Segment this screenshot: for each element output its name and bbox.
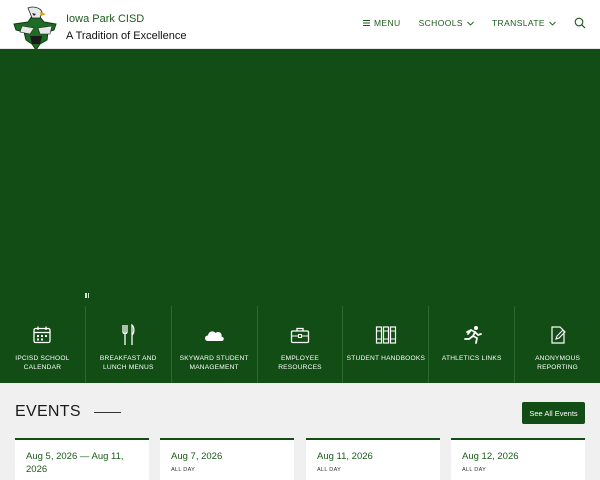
heading-rule bbox=[93, 411, 121, 413]
pause-bar bbox=[87, 293, 89, 298]
chevron-down-icon bbox=[549, 21, 556, 26]
site-header: Iowa Park CISD A Tradition of Excellence… bbox=[0, 0, 600, 52]
translate-label: TRANSLATE bbox=[491, 18, 545, 28]
quick-link-employee[interactable]: EMPLOYEE RESOURCES bbox=[258, 306, 344, 383]
event-date: Aug 7, 2026 bbox=[171, 451, 223, 462]
event-date: Aug 11, 2026 bbox=[317, 451, 373, 462]
event-card[interactable]: Aug 5, 2026 — Aug 11, 2026 bbox=[15, 438, 149, 480]
quick-link-label: BREAKFAST AND LUNCH MENUS bbox=[99, 355, 157, 371]
hero-banner bbox=[0, 49, 600, 306]
pause-bar bbox=[85, 293, 87, 298]
quick-link-calendar[interactable]: IPCISD SCHOOL CALENDAR bbox=[0, 306, 86, 383]
event-card[interactable]: Aug 12, 2026 ALL DAY bbox=[451, 438, 585, 480]
event-card[interactable]: Aug 11, 2026 ALL DAY bbox=[306, 438, 440, 480]
quick-link-skyward[interactable]: SKYWARD STUDENT MANAGEMENT bbox=[172, 306, 258, 383]
event-date: Aug 12, 2026 bbox=[462, 451, 519, 462]
see-all-events-button[interactable]: See All Events bbox=[522, 402, 585, 424]
quick-link-anonymous[interactable]: ANONYMOUS REPORTING bbox=[515, 306, 600, 383]
district-name[interactable]: Iowa Park CISD bbox=[66, 11, 186, 28]
events-section: EVENTS See All Events Aug 5, 2026 — Aug … bbox=[0, 383, 600, 480]
quick-link-label: ATHLETICS LINKS bbox=[441, 355, 502, 362]
hamburger-icon bbox=[362, 20, 370, 26]
district-title[interactable]: Iowa Park CISD A Tradition of Excellence bbox=[66, 11, 186, 45]
translate-dropdown[interactable]: TRANSLATE bbox=[492, 18, 556, 28]
fork-knife-icon bbox=[122, 324, 135, 345]
quick-link-label: ANONYMOUS REPORTING bbox=[535, 355, 581, 371]
search-button[interactable] bbox=[574, 17, 586, 29]
books-icon bbox=[375, 326, 396, 344]
calendar-icon bbox=[33, 326, 52, 344]
event-date: Aug 5, 2026 — Aug 11, 2026 bbox=[26, 451, 124, 475]
hawk-logo-icon bbox=[13, 6, 57, 51]
slideshow-pause-button[interactable] bbox=[85, 293, 90, 299]
quick-link-label: IPCISD SCHOOL CALENDAR bbox=[15, 355, 70, 371]
district-logo[interactable] bbox=[10, 4, 62, 52]
quick-link-label: EMPLOYEE RESOURCES bbox=[278, 355, 322, 371]
event-time: ALL DAY bbox=[171, 467, 196, 473]
chevron-down-icon bbox=[467, 21, 474, 26]
quick-link-handbooks[interactable]: STUDENT HANDBOOKS bbox=[343, 306, 430, 383]
quick-link-menus[interactable]: BREAKFAST AND LUNCH MENUS bbox=[86, 306, 172, 383]
event-time: ALL DAY bbox=[317, 467, 342, 473]
schools-label: SCHOOLS bbox=[418, 18, 463, 28]
search-icon bbox=[574, 17, 586, 29]
cloud-icon bbox=[205, 331, 224, 341]
event-card[interactable]: Aug 7, 2026 ALL DAY bbox=[160, 438, 294, 480]
quick-link-label: SKYWARD STUDENT MANAGEMENT bbox=[179, 355, 249, 371]
menu-button[interactable]: MENU bbox=[362, 18, 401, 28]
top-nav: MENU SCHOOLS TRANSLATE bbox=[362, 17, 586, 29]
schools-dropdown[interactable]: SCHOOLS bbox=[419, 18, 474, 28]
district-tagline: A Tradition of Excellence bbox=[66, 30, 187, 42]
event-time: ALL DAY bbox=[462, 467, 487, 473]
briefcase-icon bbox=[290, 327, 310, 344]
menu-label: MENU bbox=[373, 18, 401, 28]
events-heading: EVENTS bbox=[15, 403, 121, 421]
quick-link-athletics[interactable]: ATHLETICS LINKS bbox=[429, 306, 516, 383]
edit-document-icon bbox=[550, 326, 566, 344]
quick-link-label: STUDENT HANDBOOKS bbox=[346, 355, 426, 362]
events-title-text: EVENTS bbox=[15, 403, 81, 420]
quick-links-bar: IPCISD SCHOOL CALENDAR BREAKFAST AND LUN… bbox=[0, 306, 600, 383]
runner-icon bbox=[463, 326, 482, 344]
